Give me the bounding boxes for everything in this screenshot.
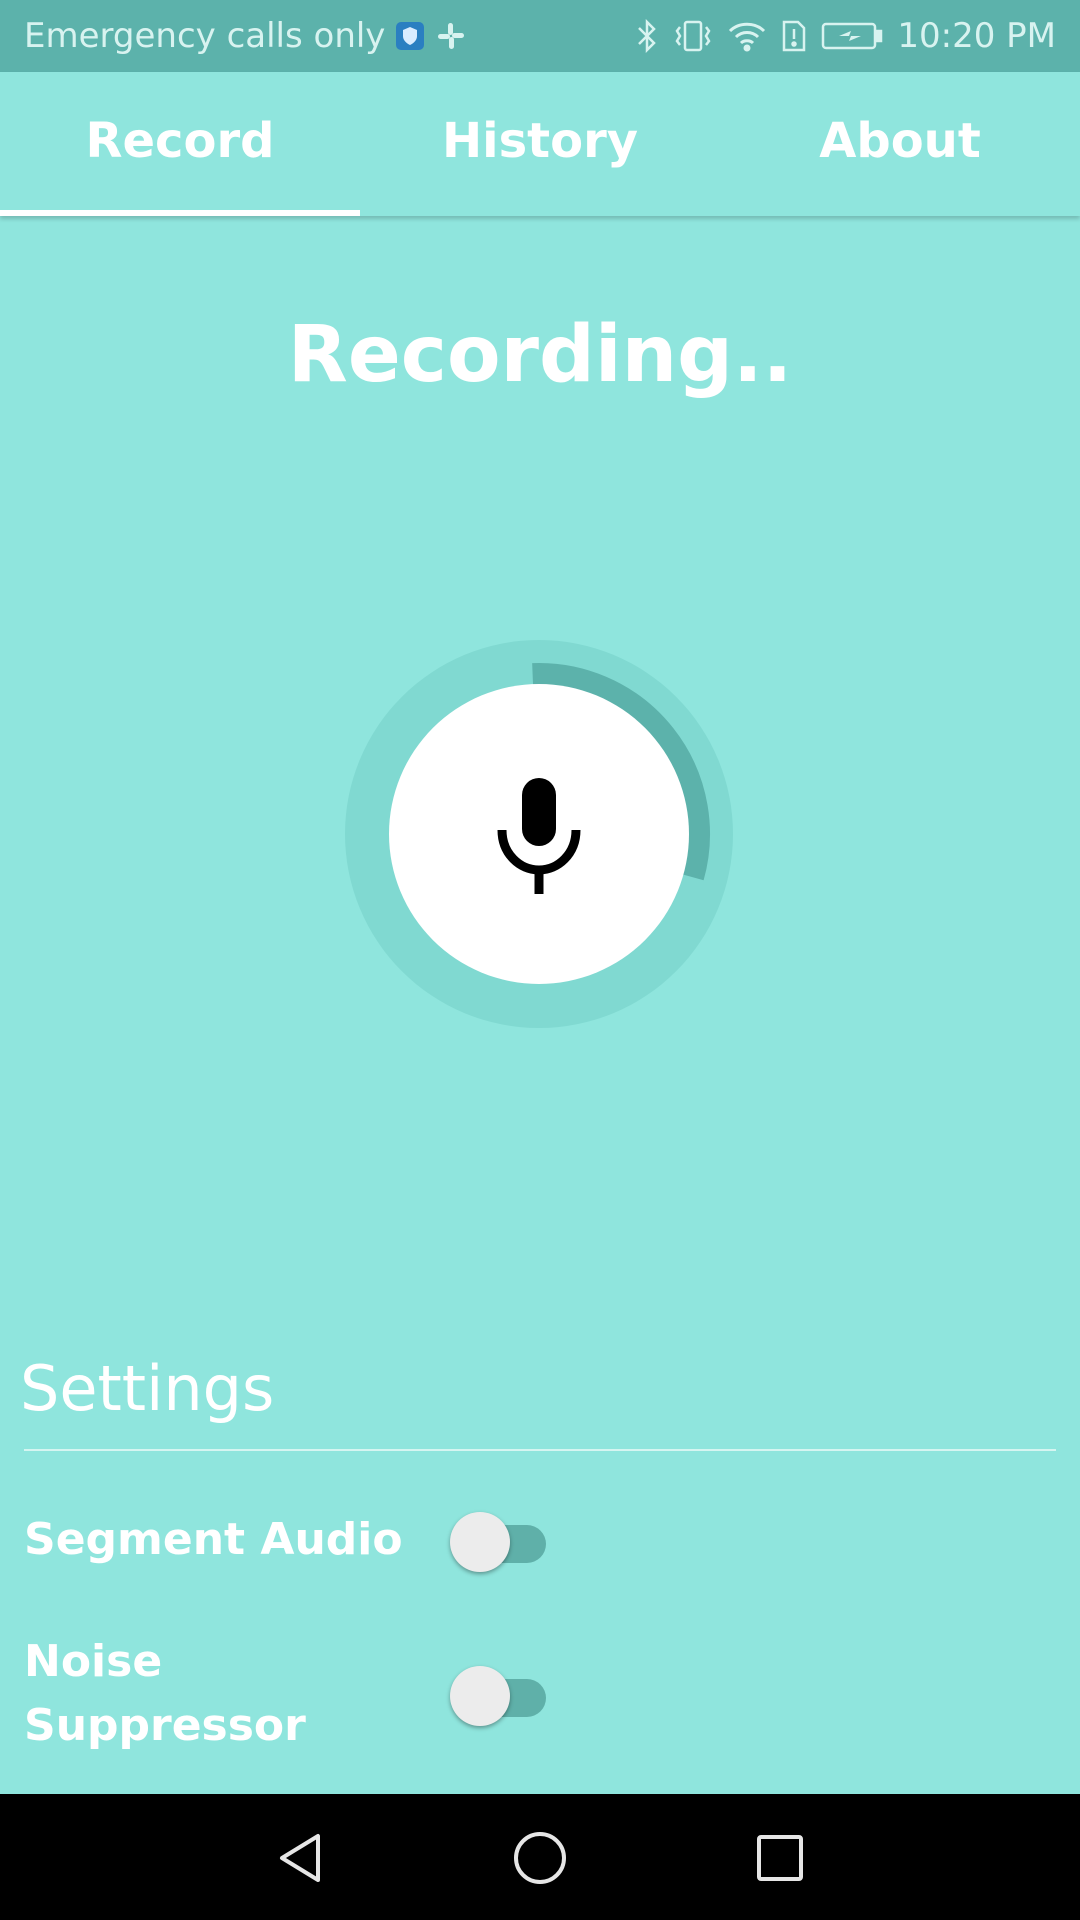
toggle-thumb — [450, 1666, 510, 1726]
sim-alert-icon — [781, 19, 807, 53]
slack-icon — [435, 20, 467, 52]
tab-record-label: Record — [85, 113, 275, 169]
record-button[interactable] — [345, 640, 733, 1028]
tab-history[interactable]: History — [360, 72, 720, 216]
recents-icon[interactable] — [750, 1828, 810, 1888]
screen: Emergency calls only 10:20 PM Record His… — [0, 0, 1080, 1920]
tab-about[interactable]: About — [720, 72, 1080, 216]
carrier-text: Emergency calls only — [24, 16, 386, 56]
shield-icon — [395, 21, 425, 51]
navigation-bar — [0, 1794, 1080, 1920]
vibrate-icon — [673, 19, 713, 53]
segment-audio-toggle[interactable] — [450, 1510, 550, 1572]
tab-about-label: About — [819, 113, 981, 169]
bluetooth-icon — [635, 19, 659, 53]
settings-divider — [24, 1449, 1056, 1451]
setting-segment-audio: Segment Audio — [24, 1508, 1056, 1572]
segment-audio-label: Segment Audio — [24, 1514, 403, 1565]
tab-history-label: History — [441, 113, 639, 169]
status-time: 10:20 PM — [897, 16, 1056, 56]
wifi-icon — [727, 19, 767, 53]
noise-suppressor-label: Noise Suppressor — [24, 1636, 306, 1751]
tab-record[interactable]: Record — [0, 72, 360, 216]
recording-status-text: Recording.. — [287, 310, 793, 400]
toggle-thumb — [450, 1512, 510, 1572]
settings-title: Settings — [20, 1352, 275, 1425]
status-bar: Emergency calls only 10:20 PM — [0, 0, 1080, 72]
battery-charging-icon — [821, 21, 883, 51]
setting-noise-suppressor: Noise Suppressor — [24, 1630, 1056, 1758]
noise-suppressor-toggle[interactable] — [450, 1664, 550, 1726]
home-icon[interactable] — [510, 1828, 570, 1888]
back-icon[interactable] — [270, 1828, 330, 1888]
tab-bar: Record History About — [0, 72, 1080, 216]
